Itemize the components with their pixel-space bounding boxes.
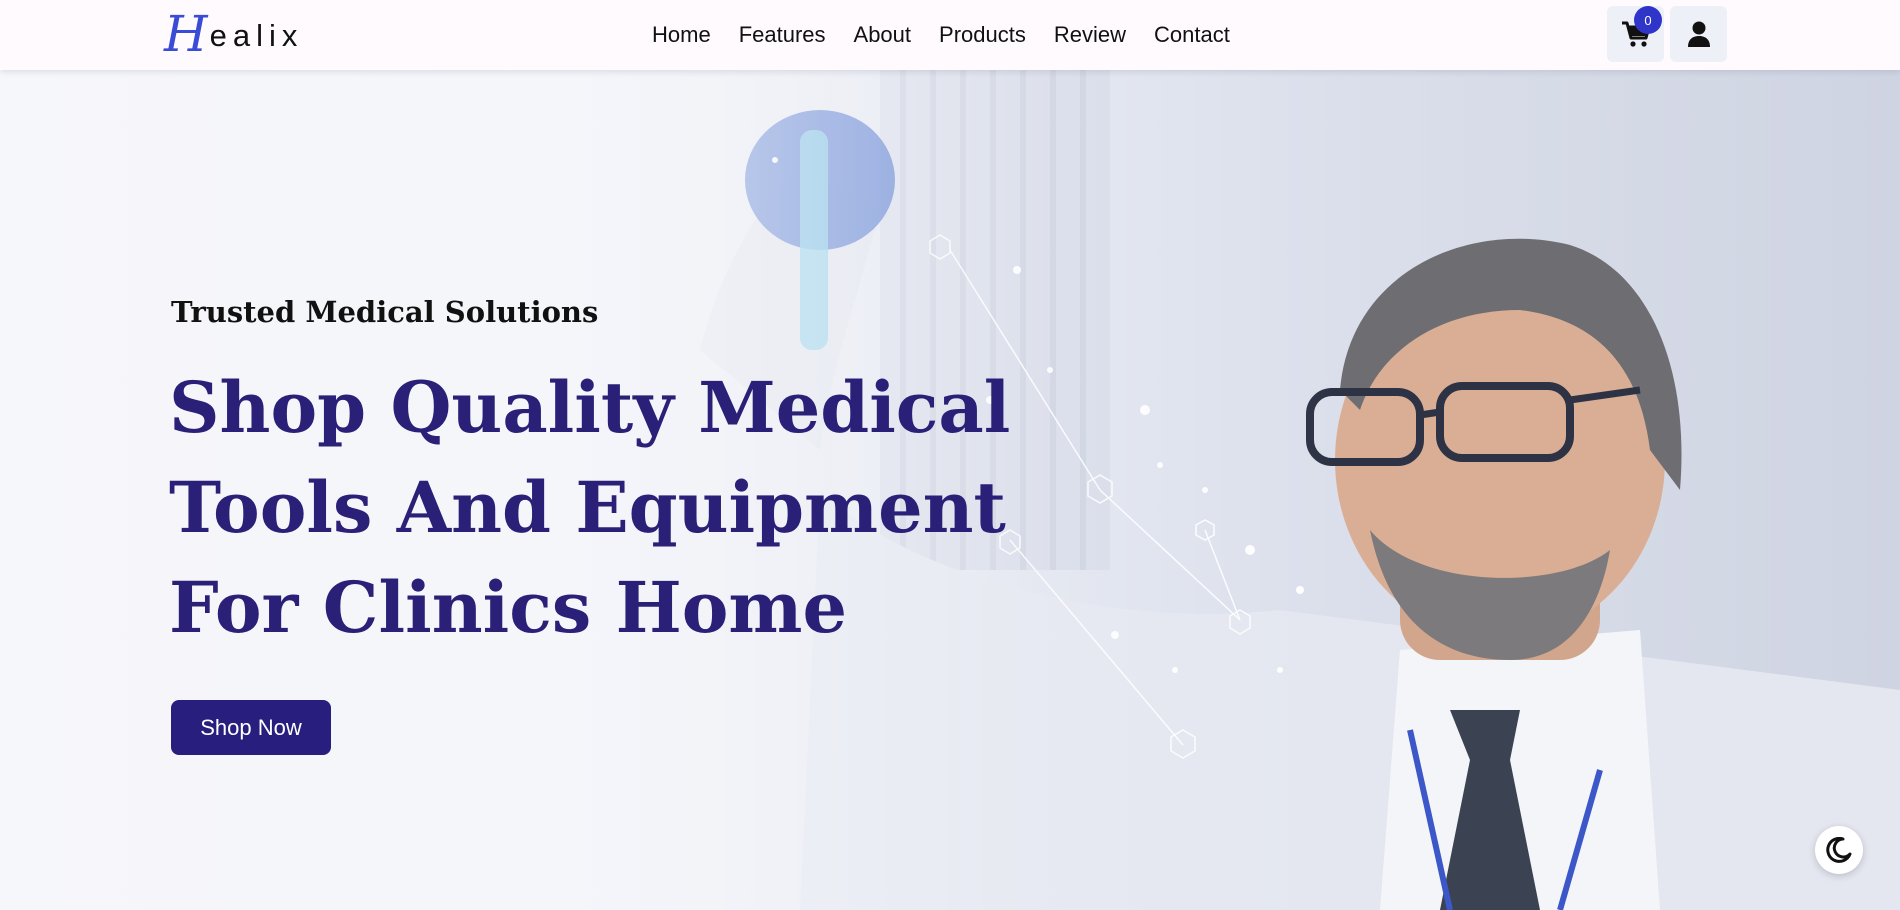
hero-section: Trusted Medical Solutions Shop Quality M… (0, 70, 1900, 910)
theme-toggle-button[interactable] (1815, 826, 1863, 874)
user-icon (1687, 21, 1710, 47)
logo-text: ealix (209, 18, 304, 53)
user-button[interactable] (1670, 6, 1727, 62)
cart-button[interactable]: 0 (1607, 6, 1664, 62)
nav-contact[interactable]: Contact (1154, 22, 1230, 48)
hero-headline-line2: Tools And Equipment (169, 466, 1006, 549)
logo[interactable]: H ealix (164, 6, 303, 62)
hero-headline-line3: For Clinics Home (169, 566, 848, 649)
cart-count-badge: 0 (1634, 6, 1662, 34)
nav-home[interactable]: Home (652, 22, 711, 48)
hero-headline: Shop Quality Medical Tools And Equipment… (169, 358, 1029, 658)
hero-headline-line1: Shop Quality Medical (169, 366, 1011, 449)
nav-about[interactable]: About (854, 22, 912, 48)
shop-now-button[interactable]: Shop Now (171, 700, 331, 755)
moon-icon (1826, 837, 1852, 863)
main-nav: Home Features About Products Review Cont… (652, 0, 1258, 70)
hero-subtitle: Trusted Medical Solutions (171, 295, 599, 329)
logo-initial: H (164, 5, 208, 63)
nav-review[interactable]: Review (1054, 22, 1126, 48)
nav-features[interactable]: Features (739, 22, 826, 48)
site-header: H ealix Home Features About Products Rev… (0, 0, 1900, 70)
nav-products[interactable]: Products (939, 22, 1026, 48)
